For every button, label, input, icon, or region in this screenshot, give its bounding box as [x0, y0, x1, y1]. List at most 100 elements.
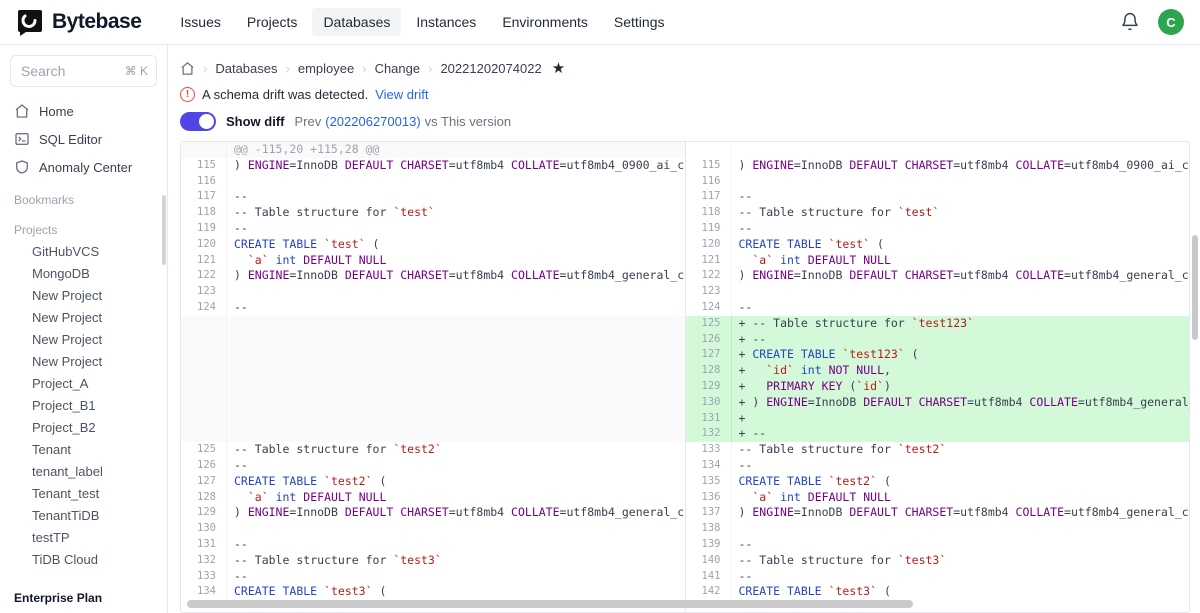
nav-issues[interactable]: Issues — [169, 8, 231, 36]
diff-row: 130 — [181, 521, 685, 537]
diff-toolbar: Show diff Prev (202206270013) vs This ve… — [180, 112, 1190, 131]
breadcrumb-employee[interactable]: employee — [298, 61, 354, 76]
user-avatar[interactable]: C — [1158, 9, 1184, 35]
shield-icon — [14, 159, 30, 175]
diff-row: 127+ CREATE TABLE `test123` ( — [686, 347, 1190, 363]
project-item-tenant-test[interactable]: Tenant_test — [0, 483, 167, 505]
view-drift-link[interactable]: View drift — [375, 87, 428, 102]
breadcrumb-items: ›Databases›employee›Change›2022120207402… — [203, 61, 542, 76]
breadcrumb-databases[interactable]: Databases — [215, 61, 277, 76]
breadcrumb-separator: › — [362, 61, 366, 76]
breadcrumb: ›Databases›employee›Change›2022120207402… — [180, 59, 1190, 77]
diff-row: 141-- — [686, 569, 1190, 585]
diff-row: 129) ENGINE=InnoDB DEFAULT CHARSET=utf8m… — [181, 505, 685, 521]
sidebar-item-sql-editor[interactable]: SQL Editor — [0, 125, 167, 153]
app-window: Bytebase IssuesProjectsDatabasesInstance… — [0, 0, 1200, 613]
star-icon[interactable]: ★ — [552, 59, 565, 77]
project-item-tenant-label[interactable]: tenant_label — [0, 461, 167, 483]
diff-row: 134CREATE TABLE `test3` ( — [181, 584, 685, 600]
terminal-icon — [14, 131, 30, 147]
project-item-tenant[interactable]: Tenant — [0, 439, 167, 461]
diff-row — [181, 347, 685, 363]
alert-error-icon: ! — [180, 87, 195, 102]
show-diff-toggle[interactable] — [180, 112, 216, 131]
search-input[interactable] — [19, 62, 119, 80]
diff-row: 130+ ) ENGINE=InnoDB DEFAULT CHARSET=utf… — [686, 395, 1190, 411]
diff-row: 119-- — [686, 221, 1190, 237]
project-item-new-project[interactable]: New Project — [0, 351, 167, 373]
diff-row: 137) ENGINE=InnoDB DEFAULT CHARSET=utf8m… — [686, 505, 1190, 521]
bytebase-logo[interactable]: Bytebase — [16, 8, 141, 36]
diff-row: 123 — [686, 284, 1190, 300]
home-icon[interactable] — [180, 61, 195, 76]
breadcrumb-separator: › — [203, 61, 207, 76]
project-item-project-a[interactable]: Project_A — [0, 373, 167, 395]
diff-row: 115) ENGINE=InnoDB DEFAULT CHARSET=utf8m… — [181, 158, 685, 174]
project-item-tenanttidb[interactable]: TenantTiDB — [0, 505, 167, 527]
diff-row: 129+ PRIMARY KEY (`id`) — [686, 379, 1190, 395]
nav-environments[interactable]: Environments — [491, 8, 599, 36]
sidebar-scrollbar[interactable] — [162, 195, 166, 265]
diff-row: 125-- Table structure for `test2` — [181, 442, 685, 458]
nav-settings[interactable]: Settings — [603, 8, 676, 36]
diff-row: 116 — [181, 174, 685, 190]
horizontal-scrollbar[interactable] — [187, 600, 913, 608]
nav-projects[interactable]: Projects — [236, 8, 309, 36]
search-box[interactable]: ⌘ K — [10, 55, 157, 87]
prev-version-link[interactable]: (202206270013) — [325, 114, 420, 129]
diff-row: 124-- — [686, 300, 1190, 316]
project-item-tidb-cloud[interactable]: TiDB Cloud — [0, 549, 167, 571]
diff-row: 117-- — [181, 189, 685, 205]
brand-name: Bytebase — [52, 10, 141, 34]
sidebar: ⌘ K Home SQL Editor Anomaly Center — [0, 45, 168, 613]
schema-drift-alert: ! A schema drift was detected. View drif… — [180, 87, 1190, 102]
project-item-project-b1[interactable]: Project_B1 — [0, 395, 167, 417]
diff-row: 140-- Table structure for `test3` — [686, 553, 1190, 569]
project-item-new-project[interactable]: New Project — [0, 307, 167, 329]
project-item-new-project[interactable]: New Project — [0, 285, 167, 307]
breadcrumb-change[interactable]: Change — [375, 61, 421, 76]
diff-row: 116 — [686, 174, 1190, 190]
breadcrumb-20221202074022[interactable]: 20221202074022 — [440, 61, 541, 76]
diff-row — [181, 316, 685, 332]
diff-row: 120CREATE TABLE `test` ( — [181, 237, 685, 253]
diff-row: 122) ENGINE=InnoDB DEFAULT CHARSET=utf8m… — [686, 268, 1190, 284]
diff-row: 131+ — [686, 411, 1190, 427]
diff-row: 122) ENGINE=InnoDB DEFAULT CHARSET=utf8m… — [181, 268, 685, 284]
diff-viewer: @@ -115,20 +115,28 @@115) ENGINE=InnoDB … — [180, 141, 1190, 613]
diff-row — [181, 395, 685, 411]
sidebar-item-label: SQL Editor — [39, 132, 102, 147]
sidebar-item-label: Anomaly Center — [39, 160, 132, 175]
alert-text: A schema drift was detected. — [202, 87, 368, 102]
project-item-testtp[interactable]: testTP — [0, 527, 167, 549]
diff-row: 133-- Table structure for `test2` — [686, 442, 1190, 458]
project-item-githubvcs[interactable]: GitHubVCS — [0, 241, 167, 263]
diff-row: 127CREATE TABLE `test2` ( — [181, 474, 685, 490]
projects-section-label: Projects — [0, 211, 167, 241]
project-item-project-b2[interactable]: Project_B2 — [0, 417, 167, 439]
diff-row — [686, 142, 1190, 158]
project-item-new-project[interactable]: New Project — [0, 329, 167, 351]
project-item-mongodb[interactable]: MongoDB — [0, 263, 167, 285]
notification-bell-icon[interactable] — [1120, 12, 1140, 32]
sidebar-item-anomaly-center[interactable]: Anomaly Center — [0, 153, 167, 181]
diff-row: 132+ -- — [686, 426, 1190, 442]
nav-instances[interactable]: Instances — [405, 8, 487, 36]
diff-row: 131-- — [181, 537, 685, 553]
diff-row: 132-- Table structure for `test3` — [181, 553, 685, 569]
sidebar-item-home[interactable]: Home — [0, 97, 167, 125]
diff-row — [181, 379, 685, 395]
diff-row: 136 `a` int DEFAULT NULL — [686, 490, 1190, 506]
diff-row: 121 `a` int DEFAULT NULL — [181, 253, 685, 269]
top-navbar: Bytebase IssuesProjectsDatabasesInstance… — [0, 0, 1200, 45]
diff-row: 133-- — [181, 569, 685, 585]
project-list: GitHubVCSMongoDBNew ProjectNew ProjectNe… — [0, 241, 167, 571]
nav-databases[interactable]: Databases — [312, 8, 401, 36]
diff-row: 118-- Table structure for `test` — [686, 205, 1190, 221]
diff-row — [181, 426, 685, 442]
diff-row — [181, 363, 685, 379]
show-diff-label: Show diff — [226, 114, 285, 129]
page-scrollbar[interactable] — [1192, 235, 1198, 340]
vs-label: vs This version — [425, 114, 511, 129]
search-shortcut: ⌘ K — [125, 64, 148, 78]
